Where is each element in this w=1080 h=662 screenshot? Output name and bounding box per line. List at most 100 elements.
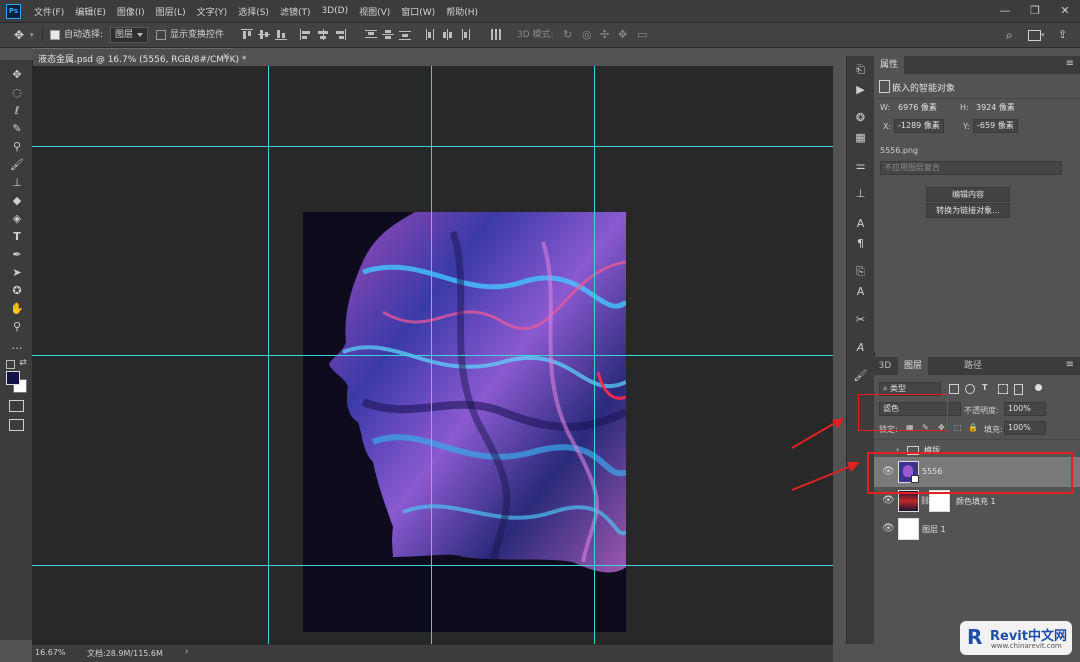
adjustments-sliders-icon[interactable]: ⚌ xyxy=(853,158,868,173)
brush-tool-icon[interactable]: 🖌 xyxy=(8,157,26,173)
hand-tool-icon[interactable]: ✋ xyxy=(8,301,26,317)
document-tab[interactable]: 液态金属.psd @ 16.7% (5556, RGB/8#/CMYK) * × xyxy=(32,48,246,67)
horizontal-guide[interactable] xyxy=(32,355,833,356)
adjustment-filter-icon[interactable] xyxy=(965,384,975,394)
paragraph-icon[interactable]: ¶ xyxy=(853,236,868,251)
tools-presets-icon[interactable]: ✂ xyxy=(853,312,868,327)
pixel-filter-icon[interactable] xyxy=(949,384,959,394)
smart-object-filter-icon[interactable] xyxy=(1014,384,1023,395)
eraser-tool-icon[interactable]: ◆ xyxy=(8,193,26,209)
chevron-right-icon[interactable]: › xyxy=(185,647,189,657)
tab-3d[interactable]: 3D xyxy=(874,357,896,375)
tab-properties[interactable]: 属性 xyxy=(874,56,904,74)
menu-select[interactable]: 选择(S) xyxy=(238,5,269,18)
distribute-left-icon[interactable] xyxy=(425,29,437,40)
restore-button[interactable]: ❐ xyxy=(1020,0,1050,22)
width-value[interactable]: 6976 像素 xyxy=(894,101,941,115)
pen-tool-icon[interactable]: ✒ xyxy=(8,247,26,263)
move-tool-icon[interactable]: ✥ xyxy=(8,67,26,83)
history-icon[interactable]: ⎗ xyxy=(853,62,868,77)
menu-file[interactable]: 文件(F) xyxy=(34,5,64,18)
auto-select-checkbox[interactable] xyxy=(50,29,60,40)
horizontal-guide[interactable] xyxy=(32,146,833,147)
menu-layer[interactable]: 图层(L) xyxy=(156,5,186,18)
canvas-area[interactable] xyxy=(32,66,833,644)
panel-menu-icon[interactable]: ≡ xyxy=(1066,359,1074,370)
layer-row[interactable]: 👁 图层 1 xyxy=(874,515,1080,543)
lock-artboard-icon[interactable]: ⬚ xyxy=(954,423,962,432)
quick-mask-icon[interactable] xyxy=(9,400,24,412)
menu-help[interactable]: 帮助(H) xyxy=(446,5,478,18)
marquee-tool-icon[interactable]: ◌ xyxy=(8,85,26,101)
eyedropper-tool-icon[interactable]: ⚲ xyxy=(8,139,26,155)
tab-paths[interactable]: 路径 xyxy=(958,357,988,375)
auto-select-dropdown[interactable]: 图层 xyxy=(110,26,149,43)
actions-play-icon[interactable]: ▶ xyxy=(853,82,868,97)
scale-3d-icon[interactable]: ▭ xyxy=(637,23,647,47)
edit-contents-button[interactable]: 编辑内容 xyxy=(926,187,1010,202)
align-hcenter-icon[interactable] xyxy=(317,29,329,40)
move-icon[interactable]: ✥ xyxy=(14,23,24,47)
menu-window[interactable]: 窗口(W) xyxy=(401,5,435,18)
align-vcenter-icon[interactable] xyxy=(258,29,270,40)
character-styles-icon[interactable]: A xyxy=(853,340,868,355)
menu-filter[interactable]: 滤镜(T) xyxy=(280,5,311,18)
libraries-icon[interactable]: ⊥ xyxy=(853,186,868,201)
slide-3d-icon[interactable]: ✥ xyxy=(618,23,627,47)
path-select-tool-icon[interactable]: ➤ xyxy=(8,265,26,281)
menu-type[interactable]: 文字(Y) xyxy=(197,5,228,18)
lasso-tool-icon[interactable]: ℓ xyxy=(8,103,26,119)
type-tool-icon[interactable]: T xyxy=(8,229,26,245)
menu-3d[interactable]: 3D(D) xyxy=(321,6,348,16)
clone-source-icon[interactable]: ⎘ xyxy=(853,264,868,279)
share-icon[interactable]: ⇪ xyxy=(1058,23,1067,47)
color-wheel-icon[interactable]: ❂ xyxy=(853,110,868,125)
eye-icon[interactable]: 👁 xyxy=(882,495,895,506)
document-canvas[interactable] xyxy=(303,212,626,632)
eye-icon[interactable]: 👁 xyxy=(882,523,895,534)
opacity-field[interactable]: 100% xyxy=(1004,402,1046,416)
convert-to-linked-button[interactable]: 转换为链接对象... xyxy=(926,203,1010,218)
workspace-chevron-icon[interactable]: ▾ xyxy=(1041,23,1045,47)
orbit-3d-icon[interactable]: ↻ xyxy=(563,23,572,47)
menu-edit[interactable]: 编辑(E) xyxy=(75,5,106,18)
panel-menu-icon[interactable]: ≡ xyxy=(1066,58,1074,69)
fill-field[interactable]: 100% xyxy=(1004,421,1046,435)
brush-settings-icon[interactable]: 🖌 xyxy=(853,368,868,383)
lock-all-icon[interactable]: 🔒 xyxy=(968,423,978,432)
pan-3d-icon[interactable]: ✣ xyxy=(600,23,609,47)
glyphs-icon[interactable]: A xyxy=(853,284,868,299)
clone-stamp-tool-icon[interactable]: ⊥ xyxy=(8,175,26,191)
type-filter-icon[interactable]: T xyxy=(982,383,987,392)
show-transform-checkbox[interactable] xyxy=(156,29,166,40)
swap-colors-icon[interactable]: ⇄ xyxy=(14,355,32,371)
distribute-vcenter-icon[interactable] xyxy=(382,29,394,40)
foreground-color-swatch[interactable] xyxy=(6,371,20,385)
workspace-icon[interactable] xyxy=(1028,30,1041,41)
tool-preset-chevron-icon[interactable]: ▾ xyxy=(30,23,34,47)
distribute-spacing-icon[interactable] xyxy=(490,29,502,40)
screen-mode-icon[interactable] xyxy=(9,419,24,431)
close-button[interactable]: ✕ xyxy=(1050,0,1080,22)
zoom-level[interactable]: 16.67% xyxy=(35,648,66,657)
tab-layers[interactable]: 图层 xyxy=(898,357,928,375)
menu-view[interactable]: 视图(V) xyxy=(359,5,390,18)
minimize-button[interactable]: — xyxy=(990,0,1020,22)
shape-tool-icon[interactable]: ✪ xyxy=(8,283,26,299)
more-tools-icon[interactable]: … xyxy=(8,338,26,354)
zoom-tool-icon[interactable]: ⚲ xyxy=(8,319,26,335)
y-position-field[interactable]: -659 像素 xyxy=(973,119,1018,133)
paint-bucket-tool-icon[interactable]: ◈ xyxy=(8,211,26,227)
x-position-field[interactable]: -1289 像素 xyxy=(894,119,944,133)
show-transform-option[interactable]: 显示变换控件 xyxy=(156,23,224,47)
shape-filter-icon[interactable] xyxy=(998,384,1008,394)
auto-select-option[interactable]: 自动选择: xyxy=(50,23,103,47)
search-icon[interactable]: ⌕ xyxy=(1006,23,1013,47)
layer-comp-dropdown[interactable]: 不应用图层复合 xyxy=(880,161,1062,175)
align-right-icon[interactable] xyxy=(334,29,346,40)
height-value[interactable]: 3924 像素 xyxy=(972,101,1019,115)
distribute-bottom-icon[interactable] xyxy=(399,29,411,40)
roll-3d-icon[interactable]: ◎ xyxy=(582,23,592,47)
distribute-hcenter-icon[interactable] xyxy=(442,29,454,40)
horizontal-guide[interactable] xyxy=(32,565,833,566)
